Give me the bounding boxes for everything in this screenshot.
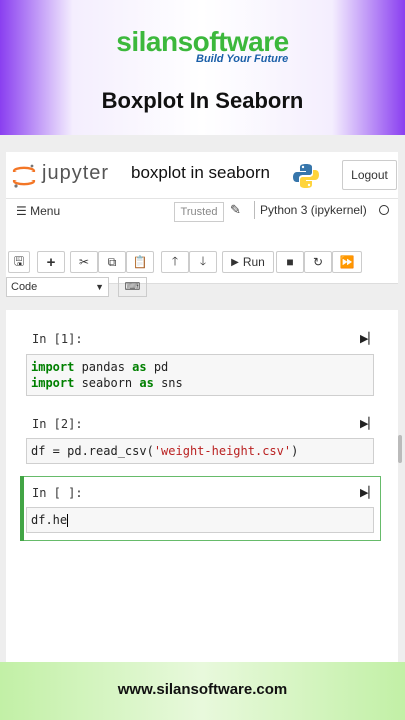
save-icon: 🖫 [13,253,25,268]
run-icon: ▶ [231,256,239,268]
jupyter-screen: jupyter boxplot in seaborn Logout ☰ Menu… [0,135,405,662]
save-button[interactable]: 🖫 [8,251,30,273]
cell-prompt: In [2]: [32,417,83,431]
jupyter-header: jupyter boxplot in seaborn Logout ☰ Menu… [6,152,398,297]
code-keyword: as [139,376,154,390]
copy-icon: ⧉ [107,254,117,269]
selected-cell-indicator [20,476,24,541]
notebook-area: In [1]: ▶▏ import pandas as pd import se… [6,310,398,662]
add-cell-button[interactable]: + [37,251,65,273]
code-text: df.he [31,513,68,527]
run-cell-icon[interactable]: ▶▏ [360,417,377,430]
fast-forward-icon: ⏩ [339,255,355,269]
kernel-name[interactable]: Python 3 (ipykernel) [254,201,367,219]
footer-banner: www.silansoftware.com [0,662,405,720]
stop-icon: ■ [286,255,294,269]
stop-button[interactable]: ■ [276,251,304,273]
cell-prompt: In [ ]: [32,486,83,500]
run-label: Run [242,255,265,269]
restart-run-all-button[interactable]: ⏩ [332,251,362,273]
code-cell-input[interactable]: df = pd.read_csv('weight-height.csv') [26,438,374,464]
code-cell-input[interactable]: import pandas as pd import seaborn as sn… [26,354,374,396]
brand-tagline: Build Your Future [196,53,289,65]
code-string: 'weight-height.csv' [153,444,292,458]
cell-type-value: Code [11,281,38,293]
cut-button[interactable]: ✂ [70,251,98,273]
cell-type-select[interactable]: Code ▼ [6,277,109,297]
video-title: Boxplot In Seaborn [101,88,304,113]
code-keyword: import [31,376,75,390]
jupyter-brand[interactable]: jupyter [42,162,109,185]
menu-button[interactable]: ☰ Menu [16,204,60,218]
code-keyword: import [31,360,75,374]
move-up-icon: 🡑 [171,253,179,268]
menu-icon: ☰ [16,204,27,218]
run-cell-icon[interactable]: ▶▏ [360,332,377,345]
keyboard-icon: ⌨ [124,281,141,293]
cell-prompt: In [1]: [32,332,83,346]
move-up-button[interactable]: 🡑 [161,251,189,273]
paste-icon: 📋 [132,255,148,269]
menu-label: Menu [30,204,61,218]
paste-button[interactable]: 📋 [126,251,154,273]
move-down-button[interactable]: 🡓 [189,251,217,273]
jupyter-logo-icon[interactable] [12,163,36,189]
footer-url[interactable]: www.silansoftware.com [0,681,405,698]
code-text: seaborn [74,376,140,390]
code-text: pd [146,360,169,374]
scrollbar[interactable] [398,435,402,463]
trusted-indicator[interactable]: Trusted [174,202,224,222]
kernel-status-icon [379,205,389,215]
restart-button[interactable]: ↻ [304,251,332,273]
code-text: pandas [74,360,133,374]
notebook-title[interactable]: boxplot in seaborn [131,163,270,183]
logout-button[interactable]: Logout [342,160,397,190]
add-cell-icon: + [46,253,56,271]
copy-button[interactable]: ⧉ [98,251,126,273]
python-logo-icon [293,164,319,188]
promo-banner: silansoftware Build Your Future Boxplot … [0,0,405,135]
keyboard-shortcuts-button[interactable]: ⌨ [118,277,147,297]
code-text: ) [291,444,299,458]
code-cell-input[interactable]: df.he [26,507,374,533]
pencil-icon[interactable]: ✎ [230,202,241,218]
cut-icon: ✂ [78,255,90,269]
code-text: sns [153,376,183,390]
code-text: df = pd.read_csv( [31,444,154,458]
move-down-icon: 🡓 [199,253,207,268]
code-keyword: as [132,360,147,374]
chevron-down-icon: ▼ [95,282,104,292]
run-cell-icon[interactable]: ▶▏ [360,486,377,499]
text-cursor [67,514,69,527]
restart-icon: ↻ [312,255,324,269]
run-button[interactable]: ▶ Run [222,251,274,273]
